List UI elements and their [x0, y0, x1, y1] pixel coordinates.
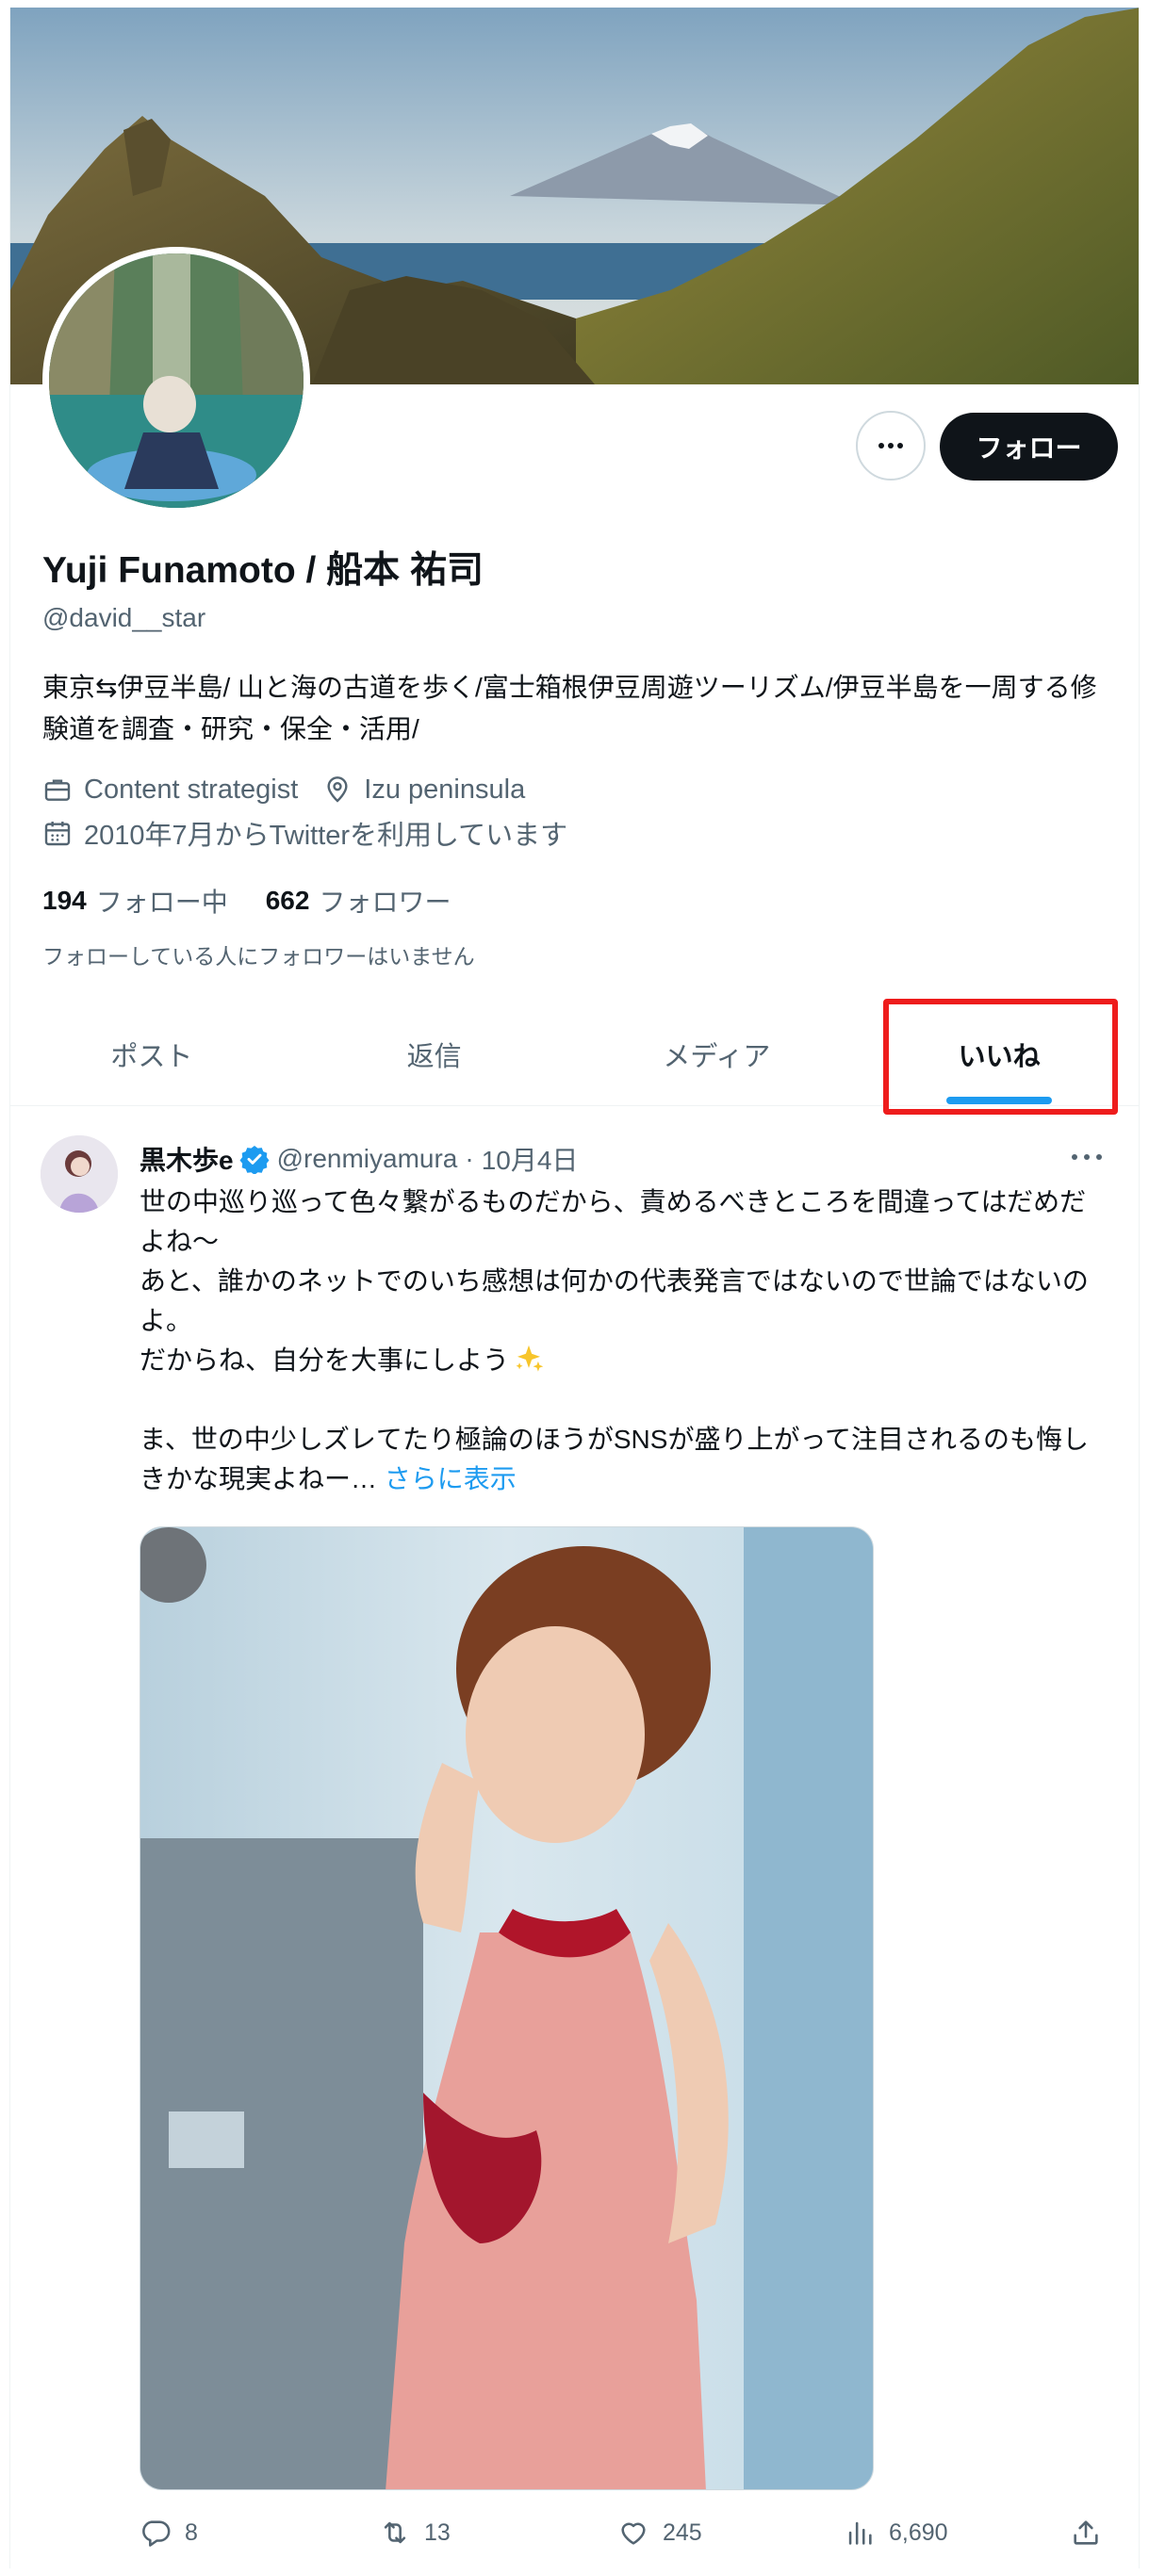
share-icon — [1074, 2520, 1098, 2545]
followers-you-know-note: フォローしている人にフォロワーはいません — [42, 944, 475, 969]
active-tab-indicator — [946, 1097, 1053, 1104]
profile-avatar[interactable] — [42, 247, 310, 514]
more-dot — [1096, 1154, 1102, 1160]
reply-count: 8 — [185, 2519, 198, 2546]
profile-column: フォロー Yuji Funamoto / 船本 祐司 @david__star … — [9, 8, 1140, 2568]
profile-bio: 東京⇆伊豆半島/ 山と海の古道を歩く/富士箱根伊豆周遊ツーリズム/伊豆半島を一周… — [42, 673, 1097, 743]
like-icon — [621, 2522, 646, 2545]
tweet-text: 世の中巡り巡って色々繋がるものだから、責めるべきところを間違ってはだめだよね〜 … — [140, 1182, 1092, 1499]
repost-count: 13 — [424, 2519, 451, 2546]
profile-profession: Content strategist — [84, 774, 299, 805]
tab-media[interactable]: メディア — [576, 1004, 859, 1104]
like-count: 245 — [663, 2519, 702, 2546]
twitter-profile-page: フォロー Yuji Funamoto / 船本 祐司 @david__star … — [0, 0, 1149, 2576]
tab-posts[interactable]: ポスト — [10, 1004, 293, 1104]
tweet-text-line: だからね、自分を大事にしよう — [140, 1341, 1092, 1380]
verified-badge-icon — [239, 1146, 270, 1174]
tab-label: 返信 — [406, 1042, 462, 1072]
views-icon — [848, 2521, 872, 2545]
tweet-text-line-content: ま、世の中少しズレてたり極論のほうがSNSが盛り上がって注目されるのも悔しきかな… — [140, 1425, 1090, 1493]
share-action[interactable] — [1070, 2514, 1115, 2552]
tweet-header: 黒木歩e @renmiyamura · 10月4日 — [140, 1141, 578, 1177]
tweet-author-avatar[interactable] — [41, 1135, 118, 1213]
tweet-actions-bar: 8 13 245 6,690 — [140, 2514, 1110, 2552]
location-pin-icon — [327, 776, 348, 803]
views-count: 6,690 — [889, 2519, 948, 2546]
sparkles-emoji-icon — [516, 1345, 544, 1372]
profile-stats: 194 フォロー中 662 フォロワー — [42, 882, 451, 920]
tweet-header-separator: · — [465, 1144, 474, 1173]
reply-icon — [142, 2520, 171, 2547]
profile-location: Izu peninsula — [364, 774, 526, 805]
tweet-text-line: あと、誰かのネットでのいち感想は何かの代表発言ではないので世論ではないのよ。 — [140, 1266, 1089, 1335]
tweet-date[interactable]: 10月4日 — [482, 1140, 579, 1178]
tab-likes[interactable]: いいね — [858, 1004, 1139, 1104]
tweet-text-line: ま、世の中少しズレてたり極論のほうがSNSが盛り上がって注目されるのも悔しきかな… — [140, 1420, 1092, 1499]
repost-action[interactable]: 13 — [379, 2514, 451, 2552]
tab-replies[interactable]: 返信 — [293, 1004, 576, 1104]
more-dot — [897, 443, 903, 448]
tweet-text-blank-line — [140, 1380, 1092, 1420]
tweet-author-handle[interactable]: @renmiyamura — [277, 1144, 458, 1174]
calendar-icon — [44, 822, 71, 846]
profile-tabs: ポスト 返信 メディア いいね — [10, 1004, 1139, 1106]
avatar-photo — [49, 253, 304, 508]
tweet-author-name[interactable]: 黒木歩e — [140, 1140, 234, 1178]
follow-button[interactable]: フォロー — [940, 413, 1118, 481]
profile-joined-date: 2010年7月からTwitterを利用しています — [84, 821, 568, 851]
more-options-button[interactable] — [856, 411, 926, 481]
tweet-card[interactable]: 黒木歩e @renmiyamura · 10月4日 世の中巡り巡って色々繋がるも… — [10, 1107, 1139, 2568]
views-action[interactable]: 6,690 — [844, 2514, 948, 2552]
followers-label[interactable]: フォロワー — [319, 882, 451, 920]
show-more-link[interactable]: さらに表示 — [385, 1464, 517, 1493]
author-avatar-photo — [41, 1135, 118, 1213]
following-label[interactable]: フォロー中 — [96, 882, 228, 920]
like-action[interactable]: 245 — [617, 2514, 702, 2552]
tweet-text-line-content: だからね、自分を大事にしよう — [140, 1345, 510, 1375]
tweet-text-line: 世の中巡り巡って色々繋がるものだから、責めるべきところを間違ってはだめだよね〜 — [140, 1187, 1087, 1256]
tab-label: ポスト — [110, 1042, 193, 1072]
tweet-photo-image — [140, 1527, 873, 2489]
tab-label: いいね — [958, 1042, 1041, 1072]
following-count[interactable]: 194 — [42, 886, 87, 916]
tweet-more-button[interactable] — [1068, 1143, 1106, 1171]
briefcase-icon — [44, 779, 71, 801]
more-dot — [888, 443, 894, 448]
more-dot — [1072, 1154, 1077, 1160]
profile-display-name: Yuji Funamoto / 船本 祐司 — [42, 550, 484, 591]
repost-icon — [384, 2521, 406, 2544]
profile-joined-row: 2010年7月からTwitterを利用しています — [42, 816, 568, 851]
more-dot — [1084, 1154, 1090, 1160]
more-dot — [878, 443, 884, 448]
profile-handle: @david__star — [42, 603, 206, 632]
profile-meta-row: Content strategist Izu peninsula — [42, 773, 525, 807]
reply-action[interactable]: 8 — [140, 2514, 198, 2552]
followers-count[interactable]: 662 — [266, 886, 310, 916]
tab-label: メディア — [663, 1042, 771, 1072]
tweet-media-photo[interactable] — [140, 1526, 874, 2490]
